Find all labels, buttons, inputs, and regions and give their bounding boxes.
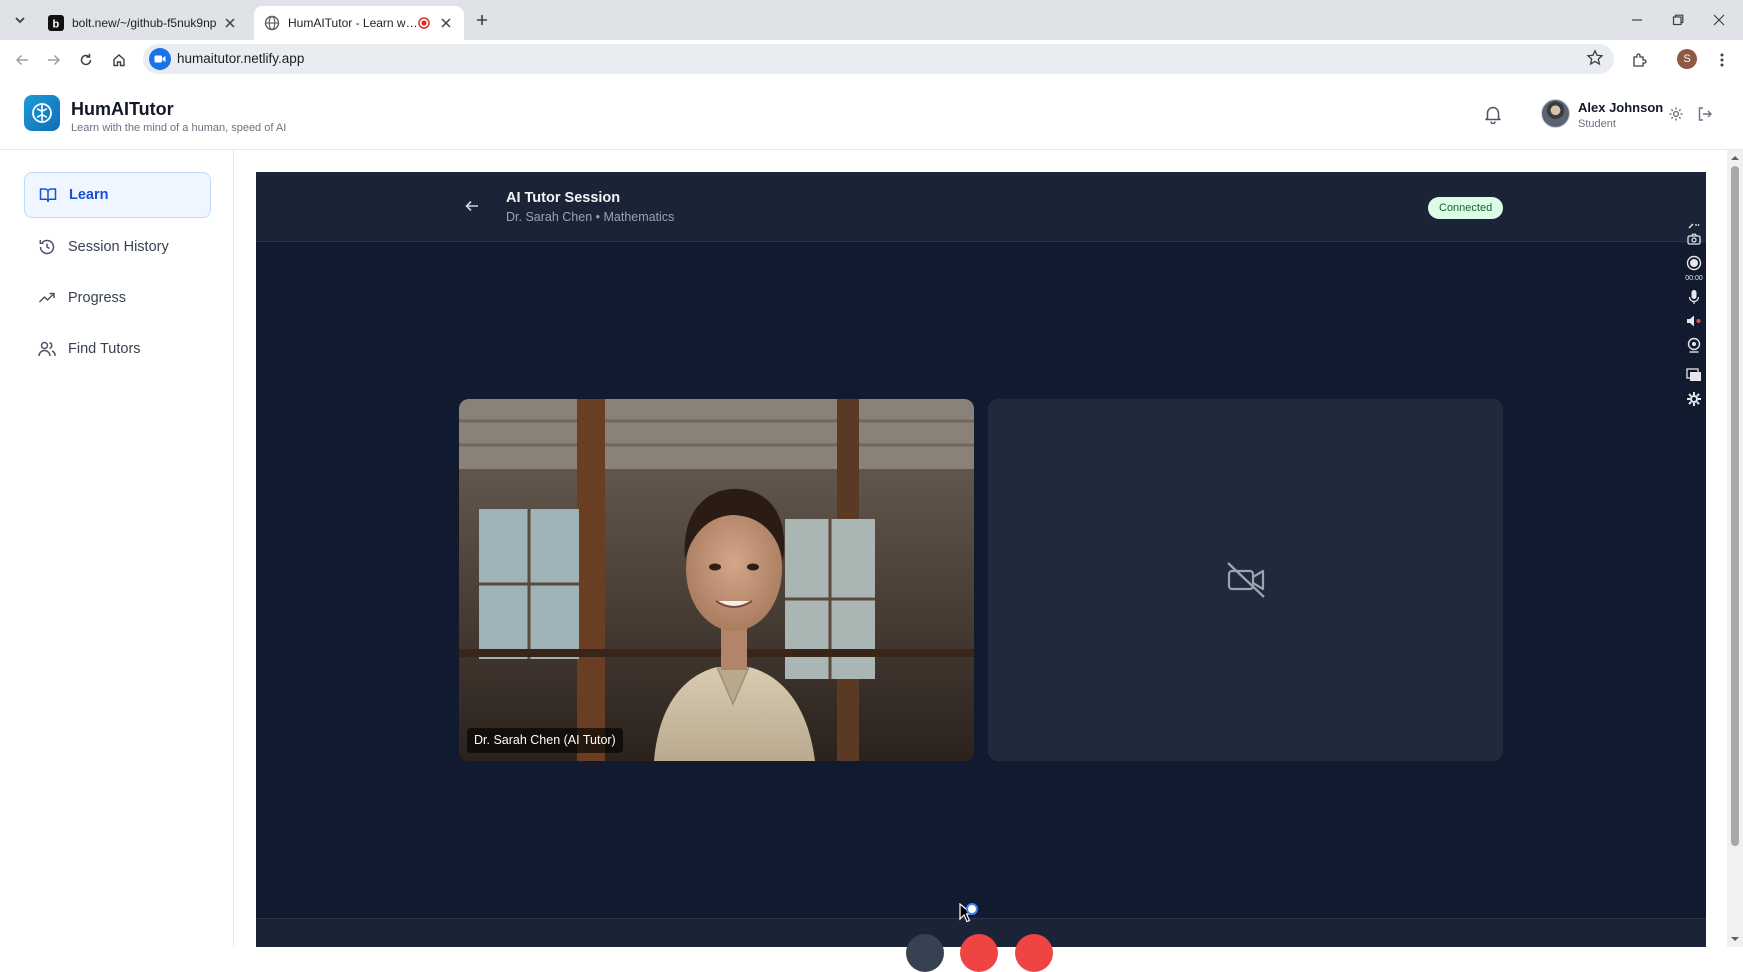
settings-gear-icon[interactable]: [1668, 106, 1684, 122]
tab-title: bolt.new/~/github-f5nuk9np: [72, 16, 217, 30]
app-header: HumAITutor Learn with the mind of a huma…: [0, 78, 1743, 150]
webcam-icon[interactable]: [1686, 337, 1702, 353]
scroll-down-icon[interactable]: [1731, 935, 1739, 943]
bookmark-star-icon[interactable]: [1586, 49, 1604, 67]
logout-icon[interactable]: [1697, 106, 1713, 122]
sidebar-item-label: Progress: [68, 290, 127, 306]
user-role: Student: [1578, 118, 1616, 130]
camera-off-icon: [1224, 558, 1268, 602]
sidebar-item-label: Learn: [69, 187, 109, 203]
trending-up-icon: [38, 292, 55, 303]
site-camera-icon[interactable]: [149, 48, 171, 70]
sidebar-item-learn[interactable]: Learn: [24, 172, 211, 218]
browser-menu-icon[interactable]: [1710, 48, 1734, 72]
back-nav-icon[interactable]: [10, 48, 34, 72]
sidebar: Learn Session History Progress Find Tuto…: [0, 150, 234, 947]
back-arrow-icon[interactable]: [464, 198, 480, 214]
home-icon[interactable]: [107, 48, 131, 72]
call-controls-bar: [256, 918, 1706, 972]
scrollbar-thumb[interactable]: [1731, 166, 1739, 846]
recording-indicator-icon: [418, 17, 430, 29]
tab-close-icon[interactable]: [222, 15, 238, 31]
scroll-up-icon[interactable]: [1731, 154, 1739, 162]
book-open-icon: [39, 188, 57, 203]
new-tab-plus-icon[interactable]: [471, 9, 493, 31]
minimize-icon[interactable]: [1627, 10, 1647, 30]
sidebar-item-label: Session History: [68, 239, 169, 255]
screen-recorder-toolbar: 00:00: [1683, 213, 1705, 413]
sidebar-item-session-history[interactable]: Session History: [24, 224, 211, 270]
loading-spinner-icon: [966, 903, 978, 915]
camera-snapshot-icon[interactable]: [1686, 231, 1702, 247]
tutor-video-feed: Dr. Sarah Chen (AI Tutor): [459, 399, 974, 761]
browser-toolbar: humaitutor.netlify.app: [0, 40, 1743, 78]
history-icon: [39, 239, 55, 255]
restore-icon[interactable]: [1668, 10, 1688, 30]
svg-text:b: b: [53, 19, 60, 31]
brand-tagline: Learn with the mind of a human, speed of…: [71, 122, 287, 134]
window-close-icon[interactable]: [1709, 10, 1729, 30]
tab-list-chevron-icon[interactable]: [8, 8, 32, 32]
tutor-session-panel: AI Tutor Session Dr. Sarah Chen • Mathem…: [256, 172, 1706, 972]
globe-icon: [264, 15, 280, 31]
tab-title: HumAITutor - Learn with th: [288, 16, 418, 30]
sidebar-item-find-tutors[interactable]: Find Tutors: [24, 326, 211, 372]
browser-tab-humaitutor[interactable]: HumAITutor - Learn with th: [254, 6, 464, 40]
avatar[interactable]: [1541, 99, 1570, 128]
users-icon: [38, 341, 56, 357]
end-call-button[interactable]: [1015, 934, 1053, 972]
user-name: Alex Johnson: [1578, 100, 1664, 115]
reload-icon[interactable]: [74, 48, 98, 72]
browser-tab-bolt[interactable]: b bolt.new/~/github-f5nuk9np: [38, 6, 248, 40]
status-badge: Connected: [1428, 197, 1504, 219]
speaker-icon[interactable]: [1686, 313, 1702, 329]
screen-area-icon[interactable]: [1686, 367, 1702, 383]
extensions-puzzle-icon[interactable]: [1627, 48, 1651, 72]
sidebar-item-progress[interactable]: Progress: [24, 275, 211, 321]
tutor-video-caption: Dr. Sarah Chen (AI Tutor): [467, 728, 623, 753]
browser-profile-avatar[interactable]: S: [1677, 49, 1697, 69]
sidebar-item-label: Find Tutors: [68, 341, 141, 357]
microphone-icon[interactable]: [1686, 289, 1702, 305]
browser-tab-bar: b bolt.new/~/github-f5nuk9np HumAITutor …: [0, 0, 1743, 40]
recording-timer: 00:00: [1685, 275, 1703, 282]
tutor-video-frame: [459, 399, 974, 761]
brain-logo-icon: [24, 95, 60, 131]
brand-name: HumAITutor: [71, 99, 174, 119]
bell-icon[interactable]: [1484, 104, 1502, 124]
student-video-feed: [988, 399, 1503, 761]
session-title: AI Tutor Session: [506, 190, 621, 206]
session-subtitle: Dr. Sarah Chen • Mathematics: [506, 210, 675, 224]
record-button-icon[interactable]: [1686, 255, 1702, 271]
bolt-favicon-icon: b: [48, 15, 64, 31]
camera-toggle-button[interactable]: [960, 934, 998, 972]
session-header: AI Tutor Session Dr. Sarah Chen • Mathem…: [256, 172, 1706, 242]
microphone-toggle-button[interactable]: [906, 934, 944, 972]
forward-nav-icon[interactable]: [42, 48, 66, 72]
page-scrollbar[interactable]: [1727, 150, 1743, 947]
url-text: humaitutor.netlify.app: [177, 51, 305, 66]
tab-close-icon[interactable]: [438, 15, 454, 31]
recorder-settings-gear-icon[interactable]: [1686, 391, 1702, 407]
address-bar[interactable]: humaitutor.netlify.app: [143, 44, 1614, 74]
